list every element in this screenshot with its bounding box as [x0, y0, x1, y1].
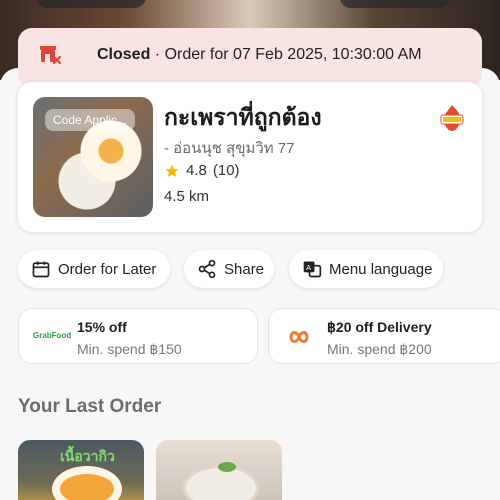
closed-label: Closed: [97, 46, 151, 63]
promo-min-spend: Min. spend ฿150: [77, 341, 182, 357]
closed-status-bar: Closed · Order for 07 Feb 2025, 10:30:00…: [18, 28, 482, 88]
restaurant-name: กะเพราที่ถูกต้อง: [164, 104, 322, 130]
promo-card-delivery[interactable]: ฿20 off Delivery Min. spend ฿200: [268, 308, 500, 364]
share-button[interactable]: Share: [184, 250, 274, 288]
dish-garnish: [218, 462, 236, 472]
order-for-later-label: Order for Later: [58, 260, 157, 278]
code-applied-badge: Code Applic...: [45, 109, 136, 131]
delivery-promo-icon: [289, 331, 309, 343]
order-time: · Order for 07 Feb 2025, 10:30:00 AM: [154, 46, 422, 63]
hot-deals-icon: [440, 105, 464, 131]
promo-card-15-off[interactable]: GrabFood 15% off Min. spend ฿150: [18, 308, 258, 364]
status-text: Closed · Order for 07 Feb 2025, 10:30:00…: [97, 46, 422, 64]
rating-count: (10): [212, 162, 240, 179]
last-order-item[interactable]: เนื้อวากิว: [18, 440, 144, 500]
restaurant-photo: Code Applic...: [33, 97, 153, 217]
last-order-item-label: เนื้อวากิว: [60, 448, 115, 464]
rating-value: 4.8: [186, 162, 207, 179]
last-order-item[interactable]: [156, 440, 282, 500]
menu-language-button[interactable]: A Menu language: [289, 250, 443, 288]
promo-title: ฿20 off Delivery: [327, 319, 432, 335]
share-label: Share: [224, 260, 265, 278]
restaurant-card[interactable]: Code Applic... กะเพราที่ถูกต้อง - อ่อนนุ…: [18, 82, 482, 232]
restaurant-rating[interactable]: 4.8 (10): [164, 162, 240, 179]
header-actions[interactable]: [340, 0, 450, 8]
calendar-icon: [32, 261, 50, 278]
restaurant-branch: - อ่อนนุช สุขุมวิท 77: [164, 140, 295, 157]
store-closed-icon: [40, 46, 62, 65]
order-for-later-button[interactable]: Order for Later: [18, 250, 170, 288]
star-icon: [165, 163, 179, 177]
last-order-heading: Your Last Order: [18, 396, 162, 417]
menu-language-label: Menu language: [329, 260, 433, 278]
svg-text:A: A: [306, 263, 311, 272]
promo-min-spend: Min. spend ฿200: [327, 341, 432, 357]
grabfood-logo: GrabFood: [33, 331, 72, 340]
share-icon: [198, 259, 216, 279]
restaurant-distance: 4.5 km: [164, 188, 210, 205]
back-button[interactable]: [36, 0, 146, 8]
translate-icon: A: [303, 261, 322, 278]
promo-title: 15% off: [77, 319, 127, 335]
dish-photo: [60, 474, 114, 500]
dish-photo: [186, 468, 256, 500]
